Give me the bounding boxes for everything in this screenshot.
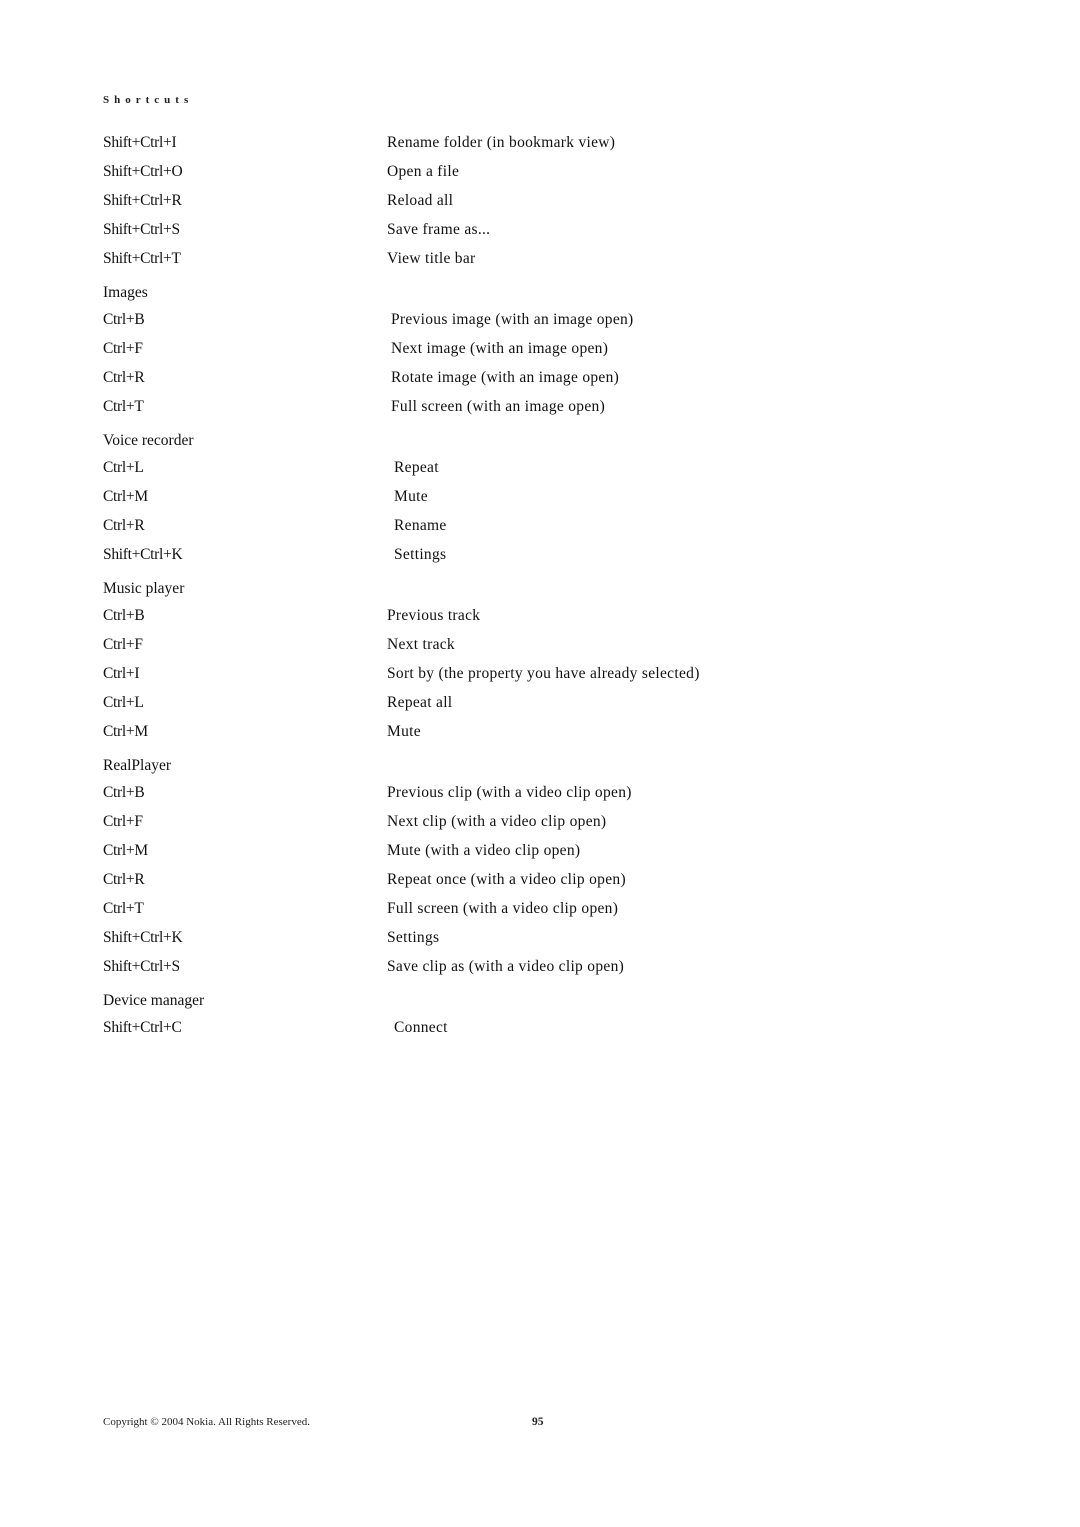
shortcut-description: Mute (with a video clip open) (387, 842, 581, 859)
running-head: Shortcuts (103, 94, 194, 106)
shortcut-description: Repeat once (with a video clip open) (387, 871, 626, 888)
shortcut-key: Ctrl+B (103, 784, 145, 801)
shortcut-description: Rename (394, 517, 447, 534)
shortcut-description: Previous image (with an image open) (391, 311, 634, 328)
shortcut-description: Reload all (387, 192, 454, 209)
shortcut-list: Shift+Ctrl+I Rename folder (in bookmark v… (103, 131, 903, 1045)
shortcut-key: Ctrl+B (103, 311, 145, 328)
shortcut-section: Images Ctrl+B Previous image (with an imag… (103, 278, 903, 424)
shortcut-row: Shift+Ctrl+R Reload all (103, 189, 903, 218)
shortcut-row: Shift+Ctrl+O Open a file (103, 160, 903, 189)
shortcut-key: Ctrl+M (103, 842, 148, 859)
shortcut-row: Ctrl+F Next track (103, 633, 903, 662)
shortcut-key: Shift+Ctrl+C (103, 1019, 182, 1036)
shortcut-description: Connect (394, 1019, 448, 1036)
shortcut-section: RealPlayer Ctrl+B Previous clip (with a vi… (103, 751, 903, 984)
shortcut-row: Ctrl+B Previous image (with an image open… (103, 308, 903, 337)
shortcut-row: Ctrl+M Mute (103, 720, 903, 749)
shortcut-description: Previous clip (with a video clip open) (387, 784, 632, 801)
section-heading: Images (103, 284, 148, 301)
shortcut-row: Ctrl+L Repeat all (103, 691, 903, 720)
shortcut-key: Shift+Ctrl+S (103, 958, 180, 975)
shortcut-description: Previous track (387, 607, 481, 624)
shortcut-key: Ctrl+T (103, 398, 144, 415)
shortcut-key: Ctrl+M (103, 488, 148, 505)
shortcut-key: Shift+Ctrl+R (103, 192, 182, 209)
shortcut-description: Next clip (with a video clip open) (387, 813, 607, 830)
shortcut-row: Shift+Ctrl+T View title bar (103, 247, 903, 276)
shortcut-description: Next image (with an image open) (391, 340, 609, 357)
shortcut-description: Open a file (387, 163, 460, 180)
shortcut-description: Settings (387, 929, 440, 946)
shortcut-description: Full screen (with an image open) (391, 398, 606, 415)
shortcut-key: Shift+Ctrl+S (103, 221, 180, 238)
shortcut-description: Sort by (the property you have already s… (387, 665, 700, 682)
footer-copyright: Copyright © 2004 Nokia. All Rights Reser… (103, 1416, 310, 1428)
shortcut-row: Ctrl+B Previous track (103, 604, 903, 633)
shortcut-key: Shift+Ctrl+K (103, 546, 183, 563)
shortcut-row: Shift+Ctrl+K Settings (103, 926, 903, 955)
shortcut-description: Next track (387, 636, 455, 653)
shortcut-section: Music player Ctrl+B Previous track Ctrl+F Ne… (103, 574, 903, 749)
shortcut-key: Shift+Ctrl+I (103, 134, 177, 151)
shortcut-description: Repeat all (387, 694, 453, 711)
shortcut-description: Repeat (394, 459, 439, 476)
shortcut-row: Shift+Ctrl+S Save frame as... (103, 218, 903, 247)
shortcut-row: Ctrl+I Sort by (the property you have alr… (103, 662, 903, 691)
shortcut-key: Ctrl+I (103, 665, 140, 682)
shortcut-description: View title bar (387, 250, 476, 267)
shortcut-row: Shift+Ctrl+I Rename folder (in bookmark v… (103, 131, 903, 160)
shortcut-description: Mute (394, 488, 428, 505)
shortcut-description: Full screen (with a video clip open) (387, 900, 619, 917)
page-number: 95 (532, 1416, 544, 1428)
section-heading: Music player (103, 580, 185, 597)
shortcut-row: Shift+Ctrl+K Settings (103, 543, 903, 572)
section-heading: Voice recorder (103, 432, 194, 449)
shortcut-key: Ctrl+F (103, 340, 143, 357)
shortcut-row: Ctrl+L Repeat (103, 456, 903, 485)
shortcut-row: Shift+Ctrl+S Save clip as (with a video c… (103, 955, 903, 984)
shortcut-section: Voice recorder Ctrl+L Repeat Ctrl+M Mute Ctrl… (103, 426, 903, 572)
shortcut-row: Ctrl+B Previous clip (with a video clip o… (103, 781, 903, 810)
shortcut-row: Ctrl+T Full screen (with a video clip ope… (103, 897, 903, 926)
shortcut-section: Shift+Ctrl+I Rename folder (in bookmark v… (103, 131, 903, 276)
shortcut-key: Ctrl+L (103, 694, 144, 711)
shortcut-description: Save clip as (with a video clip open) (387, 958, 625, 975)
shortcut-key: Ctrl+F (103, 813, 143, 830)
section-heading: Device manager (103, 992, 205, 1009)
shortcut-key: Ctrl+L (103, 459, 144, 476)
shortcut-row: Ctrl+M Mute (103, 485, 903, 514)
shortcut-row: Ctrl+R Rename (103, 514, 903, 543)
shortcut-description: Rotate image (with an image open) (391, 369, 620, 386)
shortcut-key: Shift+Ctrl+K (103, 929, 183, 946)
shortcut-row: Ctrl+R Repeat once (with a video clip ope… (103, 868, 903, 897)
shortcut-description: Save frame as... (387, 221, 491, 238)
shortcut-description: Settings (394, 546, 447, 563)
shortcut-description: Rename folder (in bookmark view) (387, 134, 616, 151)
shortcut-row: Ctrl+T Full screen (with an image open) (103, 395, 903, 424)
shortcut-row: Ctrl+R Rotate image (with an image open) (103, 366, 903, 395)
shortcut-key: Ctrl+B (103, 607, 145, 624)
shortcut-description: Mute (387, 723, 421, 740)
shortcut-row: Ctrl+M Mute (with a video clip open) (103, 839, 903, 868)
shortcut-key: Ctrl+F (103, 636, 143, 653)
shortcut-key: Ctrl+T (103, 900, 144, 917)
shortcut-key: Ctrl+M (103, 723, 148, 740)
shortcut-key: Ctrl+R (103, 517, 145, 534)
shortcut-row: Ctrl+F Next clip (with a video clip open) (103, 810, 903, 839)
shortcut-key: Shift+Ctrl+T (103, 250, 181, 267)
shortcut-row: Shift+Ctrl+C Connect (103, 1016, 903, 1045)
shortcut-section: Device manager Shift+Ctrl+C Connect (103, 986, 903, 1045)
shortcut-key: Shift+Ctrl+O (103, 163, 183, 180)
shortcut-row: Ctrl+F Next image (with an image open) (103, 337, 903, 366)
shortcut-key: Ctrl+R (103, 871, 145, 888)
shortcut-key: Ctrl+R (103, 369, 145, 386)
section-heading: RealPlayer (103, 757, 172, 774)
